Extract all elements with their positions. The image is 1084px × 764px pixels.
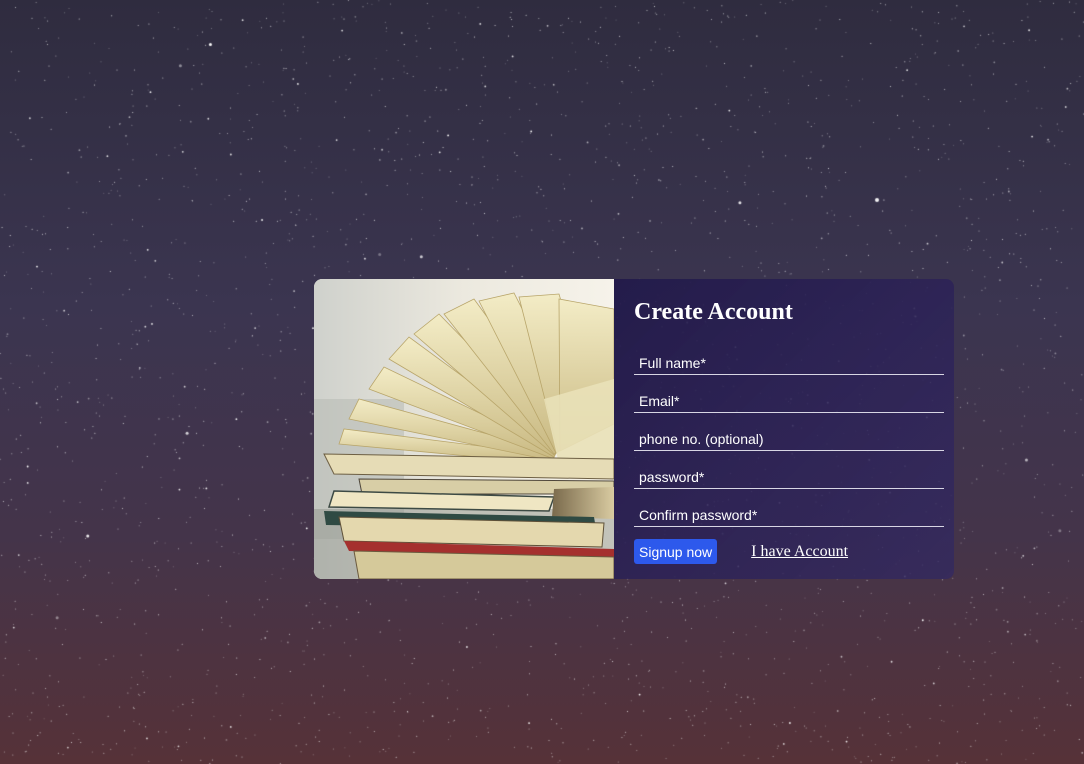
have-account-link[interactable]: I have Account (751, 543, 848, 561)
full-name-input[interactable] (634, 337, 944, 375)
email-input[interactable] (634, 375, 944, 413)
form-actions: Signup now I have Account (634, 539, 944, 564)
phone-input[interactable] (634, 413, 944, 451)
password-input[interactable] (634, 451, 944, 489)
confirm-password-input[interactable] (634, 489, 944, 527)
form-title: Create Account (634, 299, 793, 325)
books-photo (314, 279, 614, 579)
signup-form-panel: Create Account Signup now I have Account (614, 279, 954, 579)
books-illustration (314, 279, 614, 579)
signup-button[interactable]: Signup now (634, 539, 718, 564)
signup-card: Create Account Signup now I have Account (314, 279, 954, 579)
